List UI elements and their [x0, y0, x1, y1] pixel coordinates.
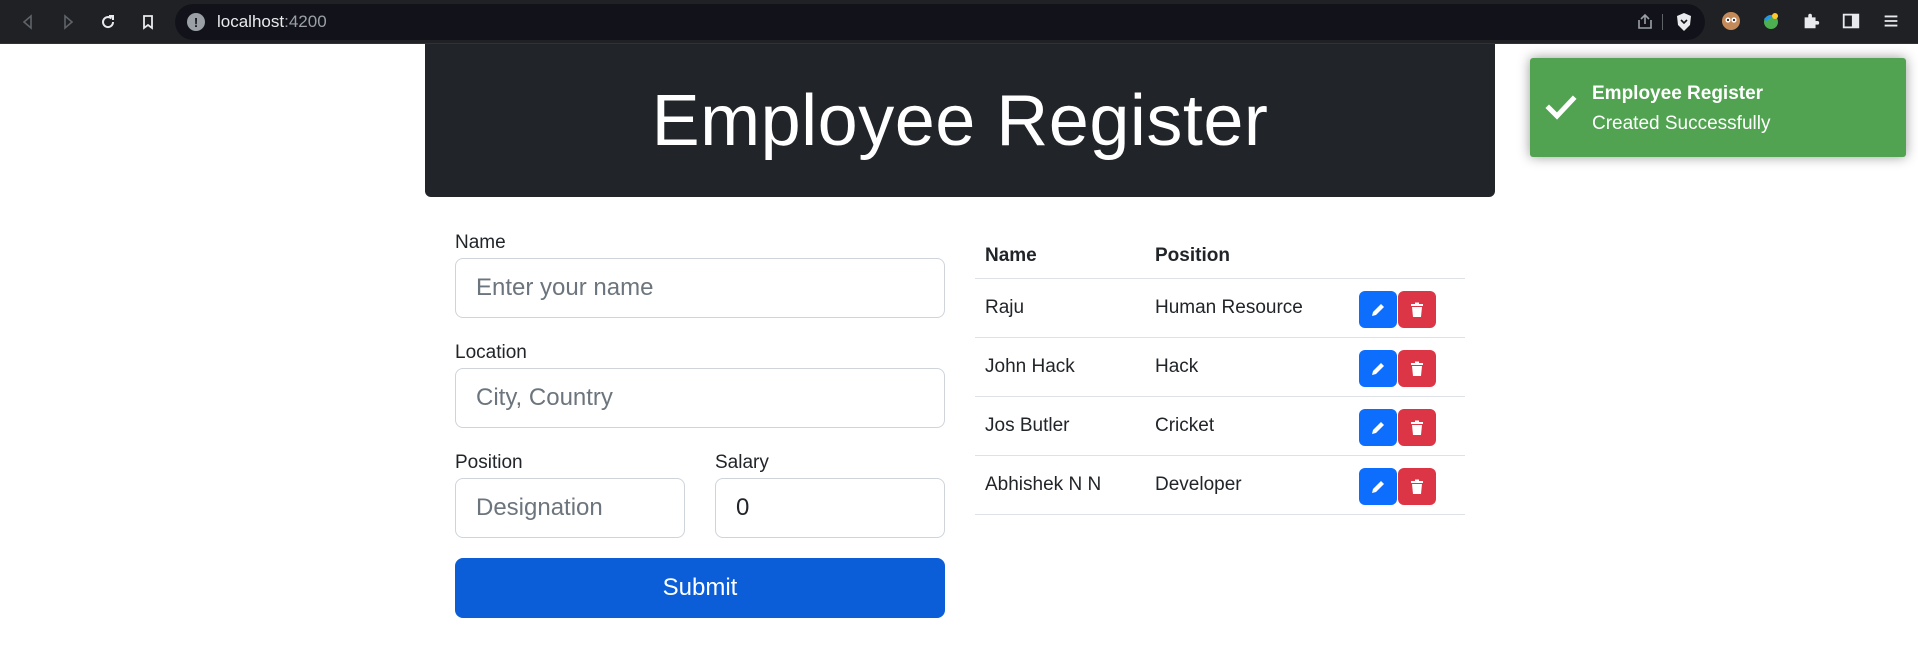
site-info-icon[interactable]: !	[187, 13, 205, 31]
page-title: Employee Register	[651, 80, 1269, 161]
trash-icon	[1411, 361, 1423, 376]
edit-button[interactable]	[1359, 409, 1397, 446]
trash-icon	[1411, 479, 1423, 494]
share-icon[interactable]	[1635, 12, 1655, 32]
delete-button[interactable]	[1398, 291, 1436, 328]
address-divider	[1662, 14, 1663, 30]
row-position: Hack	[1155, 356, 1199, 377]
sidebar-toggle-icon[interactable]	[1840, 10, 1862, 32]
table-row: Jos Butler Cricket	[975, 397, 1465, 456]
brave-shield-icon[interactable]	[1673, 11, 1695, 33]
extensions-puzzle-icon[interactable]	[1800, 10, 1822, 32]
position-input[interactable]: Designation	[455, 478, 685, 538]
trash-icon	[1411, 420, 1423, 435]
page-header: Employee Register	[425, 44, 1495, 197]
url-port: :4200	[284, 12, 327, 31]
row-position: Cricket	[1155, 415, 1215, 436]
browser-toolbar: ! localhost:4200	[0, 0, 1918, 44]
menu-icon[interactable]	[1880, 10, 1902, 32]
bookmark-icon	[143, 15, 153, 30]
column-header-position: Position	[1155, 245, 1230, 266]
extension-globe-icon[interactable]	[1760, 10, 1782, 32]
delete-button[interactable]	[1398, 350, 1436, 387]
row-name: Jos Butler	[985, 415, 1070, 436]
edit-button[interactable]	[1359, 350, 1397, 387]
toast-title: Employee Register	[1592, 83, 1764, 104]
salary-label: Salary	[715, 452, 769, 473]
forward-arrow-icon	[64, 14, 74, 30]
delete-button[interactable]	[1398, 409, 1436, 446]
url-host: localhost	[217, 12, 285, 31]
row-name: Abhishek N N	[985, 474, 1102, 495]
employee-table: Name Position Raju Human Resource John H…	[975, 234, 1465, 515]
table-row: Raju Human Resource	[975, 279, 1465, 338]
location-label: Location	[455, 342, 527, 363]
reload-icon	[102, 15, 115, 29]
name-input[interactable]: Enter your name	[455, 258, 945, 318]
pencil-icon	[1372, 303, 1384, 316]
row-position: Human Resource	[1155, 297, 1303, 318]
checkmark-icon	[1545, 95, 1577, 120]
delete-button[interactable]	[1398, 468, 1436, 505]
location-input[interactable]: City, Country	[455, 368, 945, 428]
extension-avatar-icon[interactable]	[1720, 10, 1742, 32]
name-label: Name	[455, 232, 506, 253]
success-toast[interactable]: Employee Register Created Successfully	[1530, 58, 1906, 157]
table-row: Abhishek N N Developer	[975, 456, 1465, 515]
back-arrow-icon	[22, 14, 32, 30]
address-bar[interactable]: ! localhost:4200	[175, 4, 1705, 40]
edit-button[interactable]	[1359, 291, 1397, 328]
table-header-row: Name Position	[975, 234, 1465, 279]
pencil-icon	[1372, 362, 1384, 375]
row-name: John Hack	[985, 356, 1075, 377]
forward-button[interactable]	[54, 8, 82, 36]
bookmark-button[interactable]	[134, 8, 162, 36]
row-name: Raju	[985, 297, 1025, 318]
row-position: Developer	[1155, 474, 1242, 495]
back-button[interactable]	[14, 8, 42, 36]
salary-input[interactable]: 0	[715, 478, 945, 538]
pencil-icon	[1372, 421, 1384, 434]
table-row: John Hack Hack	[975, 338, 1465, 397]
submit-button[interactable]: Submit	[455, 558, 945, 618]
url-text: localhost:4200	[217, 12, 327, 32]
reload-button[interactable]	[94, 8, 122, 36]
pencil-icon	[1372, 480, 1384, 493]
toast-message: Created Successfully	[1592, 113, 1771, 134]
trash-icon	[1411, 302, 1423, 317]
edit-button[interactable]	[1359, 468, 1397, 505]
position-label: Position	[455, 452, 523, 473]
column-header-name: Name	[985, 245, 1037, 266]
